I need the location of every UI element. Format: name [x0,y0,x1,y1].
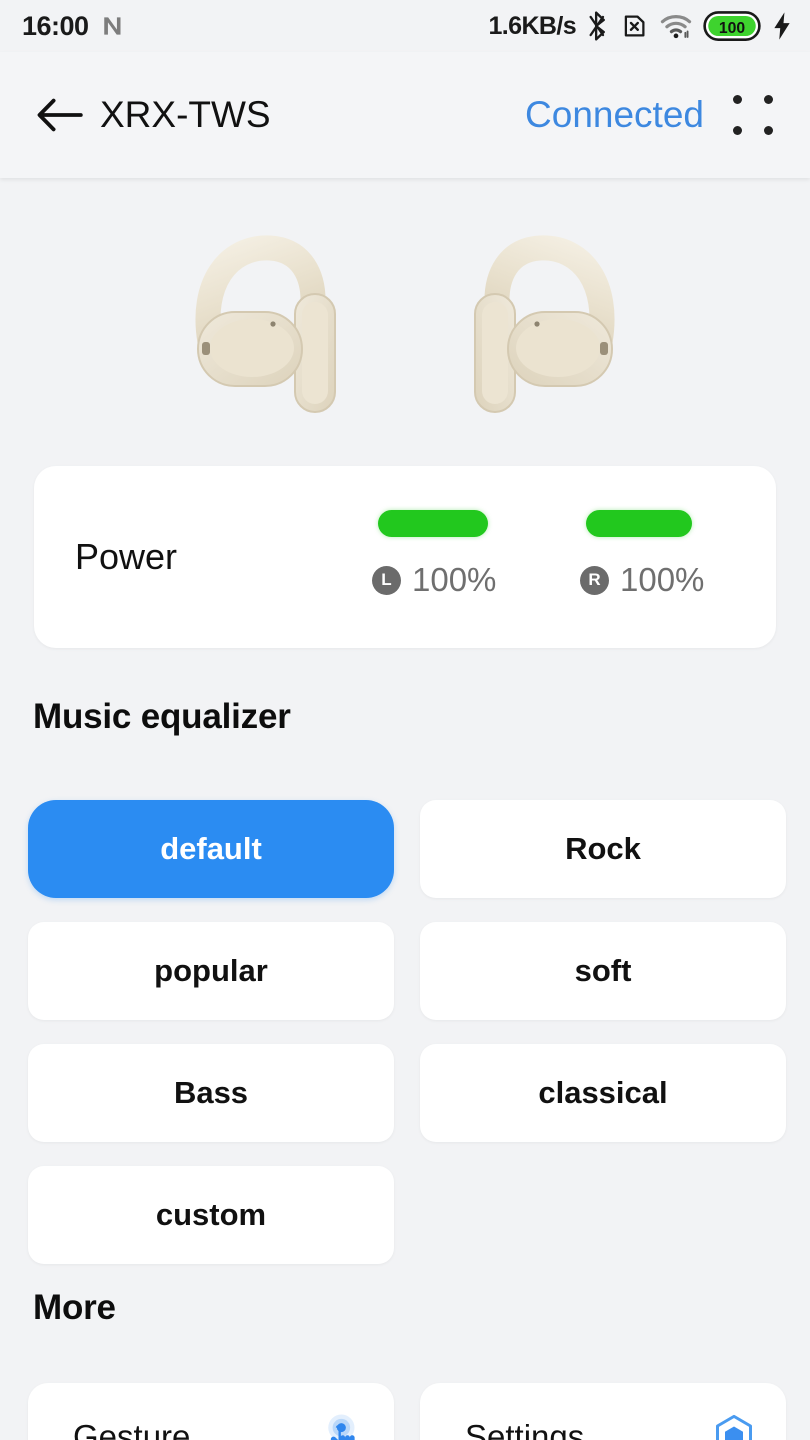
eq-preset-custom[interactable]: custom [28,1166,394,1264]
power-label: Power [75,536,178,577]
right-battery-percent: 100% [620,561,705,598]
phone-screen: 16:00 1.6KB/s 100 XRX-TWS Connected Powe… [0,0,810,1440]
menu-dot [733,126,742,135]
menu-dot [764,126,773,135]
left-battery-bar [378,510,488,537]
earbuds-hero-image [0,180,810,470]
eq-preset-popular[interactable]: popular [28,922,394,1020]
left-earbud-image [176,230,376,420]
overflow-grid-menu-icon[interactable] [722,84,784,146]
right-earbud-image [434,230,634,420]
tap-hand-icon [314,1409,370,1440]
battery-icon: 100 [703,11,761,41]
settings-label: Settings [465,1418,585,1440]
eq-preset-default[interactable]: default [28,800,394,898]
more-grid: Gesture Settings [28,1383,786,1440]
eq-preset-classical[interactable]: classical [420,1044,786,1142]
wifi-icon [660,12,692,40]
back-button[interactable] [32,87,88,143]
left-battery: L 100% [372,510,536,599]
gesture-card[interactable]: Gesture [28,1383,394,1440]
right-battery: R 100% [580,510,744,599]
status-time: 16:00 [22,10,89,41]
equalizer-preset-grid: default Rock popular soft Bass classical… [28,800,786,1264]
no-sim-icon [619,11,649,41]
right-battery-bar [586,510,692,537]
battery-readouts: L 100% R 100% [372,510,744,599]
eq-preset-soft[interactable]: soft [420,922,786,1020]
back-arrow-icon [36,95,84,135]
power-card: Power L 100% R 100% [34,466,776,648]
settings-card[interactable]: Settings [420,1383,786,1440]
status-bar-right: 1.6KB/s 100 [488,11,792,41]
status-bar: 16:00 1.6KB/s 100 [0,0,810,52]
connection-status-text: Connected [525,94,704,135]
eq-preset-bass[interactable]: Bass [28,1044,394,1142]
status-bar-left: 16:00 [22,11,127,42]
left-battery-readout: L 100% [372,561,496,599]
music-equalizer-heading: Music equalizer [33,697,291,736]
nfc-icon [101,13,127,39]
app-bar: XRX-TWS Connected [0,52,810,178]
network-speed-text: 1.6KB/s [488,11,576,40]
more-heading: More [33,1288,116,1327]
left-channel-badge: L [372,565,401,595]
hexagon-settings-icon [706,1409,762,1440]
charging-bolt-icon [772,11,792,41]
svg-text:100: 100 [719,20,746,37]
menu-dot [733,95,742,104]
page-title: XRX-TWS [100,94,271,135]
gesture-label: Gesture [73,1418,191,1440]
left-battery-percent: 100% [412,561,497,598]
main-content: Power L 100% R 100% Music equalizer defa… [0,180,810,1440]
menu-dot [764,95,773,104]
right-channel-badge: R [580,565,609,595]
bluetooth-icon [587,11,608,41]
eq-preset-rock[interactable]: Rock [420,800,786,898]
right-battery-readout: R 100% [580,561,704,599]
